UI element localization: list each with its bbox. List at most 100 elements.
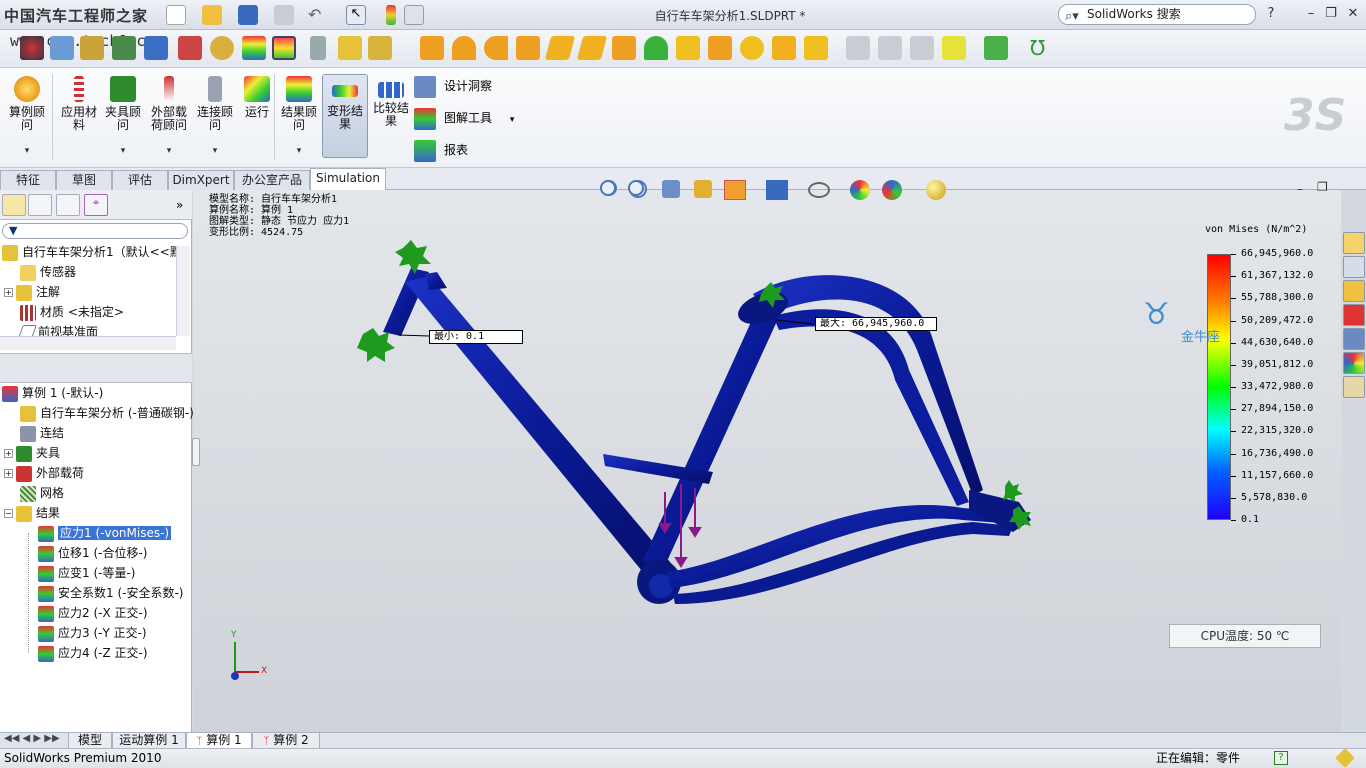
beam-icon[interactable] bbox=[368, 36, 392, 60]
tree-filter-input[interactable]: ▼ bbox=[2, 223, 188, 239]
study-item-external-loads[interactable]: + 外部载荷 bbox=[4, 463, 84, 483]
external-loads-button[interactable]: 外部载荷顾问 ▾ bbox=[146, 74, 192, 158]
help-icon[interactable]: ? bbox=[1274, 751, 1288, 765]
study-item-part[interactable]: 自行车车架分析 (-普通碳钢-) bbox=[20, 403, 194, 423]
search-input[interactable]: ⌕▾ SolidWorks 搜索 bbox=[1058, 4, 1256, 25]
chart-icon[interactable] bbox=[338, 36, 362, 60]
bolt-icon[interactable] bbox=[310, 36, 326, 60]
connections-advisor-button[interactable]: 连接顾问 ▾ bbox=[192, 74, 238, 158]
expand-icon[interactable]: + bbox=[4, 449, 13, 458]
panel-collapse-handle[interactable] bbox=[192, 438, 200, 466]
study-advisor-button[interactable]: 算例顾问 ▾ bbox=[4, 74, 50, 158]
options-icon[interactable] bbox=[404, 5, 424, 25]
restore-button[interactable]: ❐ bbox=[1322, 6, 1340, 22]
property-tab-icon[interactable] bbox=[28, 194, 52, 216]
fixtures-advisor-button[interactable]: 夹具顾问 ▾ bbox=[100, 74, 146, 158]
home-icon[interactable] bbox=[1343, 232, 1365, 254]
simulation-tool-icon-1[interactable] bbox=[20, 36, 44, 60]
minimize-button[interactable]: – bbox=[1302, 6, 1320, 22]
tree-root-part[interactable]: 自行车车架分析1（默认<<默 bbox=[2, 242, 182, 262]
run-icon[interactable] bbox=[242, 36, 266, 60]
config-tab-icon[interactable] bbox=[56, 194, 80, 216]
feature-icon-5[interactable] bbox=[544, 36, 576, 60]
results-advisor-button[interactable]: 结果顾问 ▾ bbox=[276, 74, 322, 158]
result-item-strain1[interactable]: 应变1 (-等量-) bbox=[38, 563, 135, 583]
simulation-tool-icon-2[interactable] bbox=[50, 36, 74, 60]
feature-icon-12[interactable] bbox=[772, 36, 796, 60]
tab-simulation[interactable]: Simulation bbox=[310, 168, 386, 190]
custom-properties-icon[interactable] bbox=[1343, 376, 1365, 398]
display-style-icon[interactable] bbox=[766, 180, 788, 200]
result-item-stress2[interactable]: 应力2 (-X 正交-) bbox=[38, 603, 148, 623]
result-item-stress4[interactable]: 应力4 (-Z 正交-) bbox=[38, 643, 148, 663]
tree-horizontal-scrollbar[interactable] bbox=[0, 336, 176, 350]
result-item-fos1[interactable]: 安全系数1 (-安全系数-) bbox=[38, 583, 183, 603]
feature-icon-6[interactable] bbox=[576, 36, 608, 60]
view-palette-icon[interactable] bbox=[1343, 328, 1365, 350]
feature-icon-15[interactable] bbox=[878, 36, 902, 60]
tab-study-2[interactable]: ᛉ 算例 2 bbox=[252, 733, 320, 749]
panel-expand-icon[interactable]: » bbox=[176, 198, 183, 212]
select-arrow-icon[interactable]: ↖ bbox=[346, 5, 366, 25]
tag-icon[interactable] bbox=[1335, 748, 1355, 768]
result-item-stress3[interactable]: 应力3 (-Y 正交-) bbox=[38, 623, 147, 643]
study-root[interactable]: 算例 1 (-默认-) bbox=[2, 383, 103, 403]
panel-splitter[interactable] bbox=[0, 353, 192, 383]
feature-icon-13[interactable] bbox=[804, 36, 828, 60]
tree-vertical-scrollbar[interactable] bbox=[176, 246, 190, 336]
tab-office-products[interactable]: 办公室产品 bbox=[234, 170, 310, 190]
tree-item-material[interactable]: 材质 <未指定> bbox=[20, 302, 124, 322]
tab-study-1[interactable]: ᛉ 算例 1 bbox=[186, 733, 252, 749]
feature-icon-16[interactable] bbox=[910, 36, 934, 60]
undo-icon[interactable]: ↶ bbox=[308, 5, 328, 25]
tab-motion-study[interactable]: 运动算例 1 bbox=[112, 733, 186, 749]
deformed-result-button[interactable]: 变形结果 bbox=[322, 74, 368, 158]
tree-item-sensors[interactable]: 传感器 bbox=[20, 262, 76, 282]
appearance-icon[interactable] bbox=[850, 180, 870, 200]
simulation-tool-icon-6[interactable] bbox=[178, 36, 202, 60]
dimxpert-tab-icon[interactable]: ⌖ bbox=[84, 194, 108, 216]
close-button[interactable]: ✕ bbox=[1344, 6, 1362, 22]
result-item-displacement1[interactable]: 位移1 (-合位移-) bbox=[38, 543, 147, 563]
feature-icon-9[interactable] bbox=[676, 36, 700, 60]
tab-evaluate[interactable]: 评估 bbox=[112, 170, 168, 190]
help-icon[interactable]: ? bbox=[1262, 6, 1280, 22]
tree-item-annotations[interactable]: + 注解 bbox=[4, 282, 60, 302]
feature-icon-1[interactable] bbox=[420, 36, 444, 60]
feature-icon-4[interactable] bbox=[516, 36, 540, 60]
viewport-restore-button[interactable]: ❐ bbox=[1317, 180, 1328, 194]
report-button[interactable]: 报表 bbox=[414, 138, 468, 166]
new-doc-icon[interactable] bbox=[166, 5, 186, 25]
zoom-to-fit-icon[interactable] bbox=[600, 180, 616, 196]
feature-icon-11[interactable] bbox=[740, 36, 764, 60]
expand-icon[interactable]: + bbox=[4, 469, 13, 478]
zoom-to-area-icon[interactable] bbox=[628, 180, 644, 196]
design-insight-button[interactable]: 设计洞察 bbox=[414, 74, 492, 102]
realview-icon[interactable] bbox=[926, 180, 946, 200]
viewport-minimize-button[interactable]: – bbox=[1297, 182, 1303, 196]
study-item-fixtures[interactable]: + 夹具 bbox=[4, 443, 60, 463]
feature-icon-3[interactable] bbox=[484, 36, 508, 60]
hide-show-icon[interactable] bbox=[808, 182, 830, 198]
save-icon[interactable] bbox=[238, 5, 258, 25]
tab-scroll-left-icon[interactable]: ◀◀ ◀ ▶ ▶▶ bbox=[4, 733, 60, 744]
simulation-tool-icon-4[interactable] bbox=[112, 36, 136, 60]
collapse-icon[interactable]: − bbox=[4, 509, 13, 518]
plot-tools-button[interactable]: 图解工具 ▾ bbox=[414, 106, 514, 134]
frame-model[interactable] bbox=[193, 190, 1341, 732]
feature-icon-8[interactable] bbox=[644, 36, 668, 60]
result-item-stress1[interactable]: 应力1 (-vonMises-) bbox=[38, 523, 172, 543]
feature-icon-2[interactable] bbox=[452, 36, 476, 60]
gear-icon[interactable] bbox=[210, 36, 234, 60]
section-view-icon[interactable] bbox=[694, 180, 712, 198]
feature-tree-tab-icon[interactable] bbox=[2, 194, 26, 216]
appearances-icon[interactable] bbox=[1343, 352, 1365, 374]
file-explorer-icon[interactable] bbox=[1343, 280, 1365, 302]
feature-icon-18[interactable] bbox=[984, 36, 1008, 60]
tab-model[interactable]: 模型 bbox=[68, 733, 112, 749]
apply-material-button[interactable]: 应用材料 bbox=[56, 74, 102, 158]
feature-icon-17[interactable] bbox=[942, 36, 966, 60]
study-item-connections[interactable]: 连结 bbox=[20, 423, 64, 443]
view-orientation-icon[interactable] bbox=[724, 180, 746, 200]
expand-icon[interactable]: + bbox=[4, 288, 13, 297]
